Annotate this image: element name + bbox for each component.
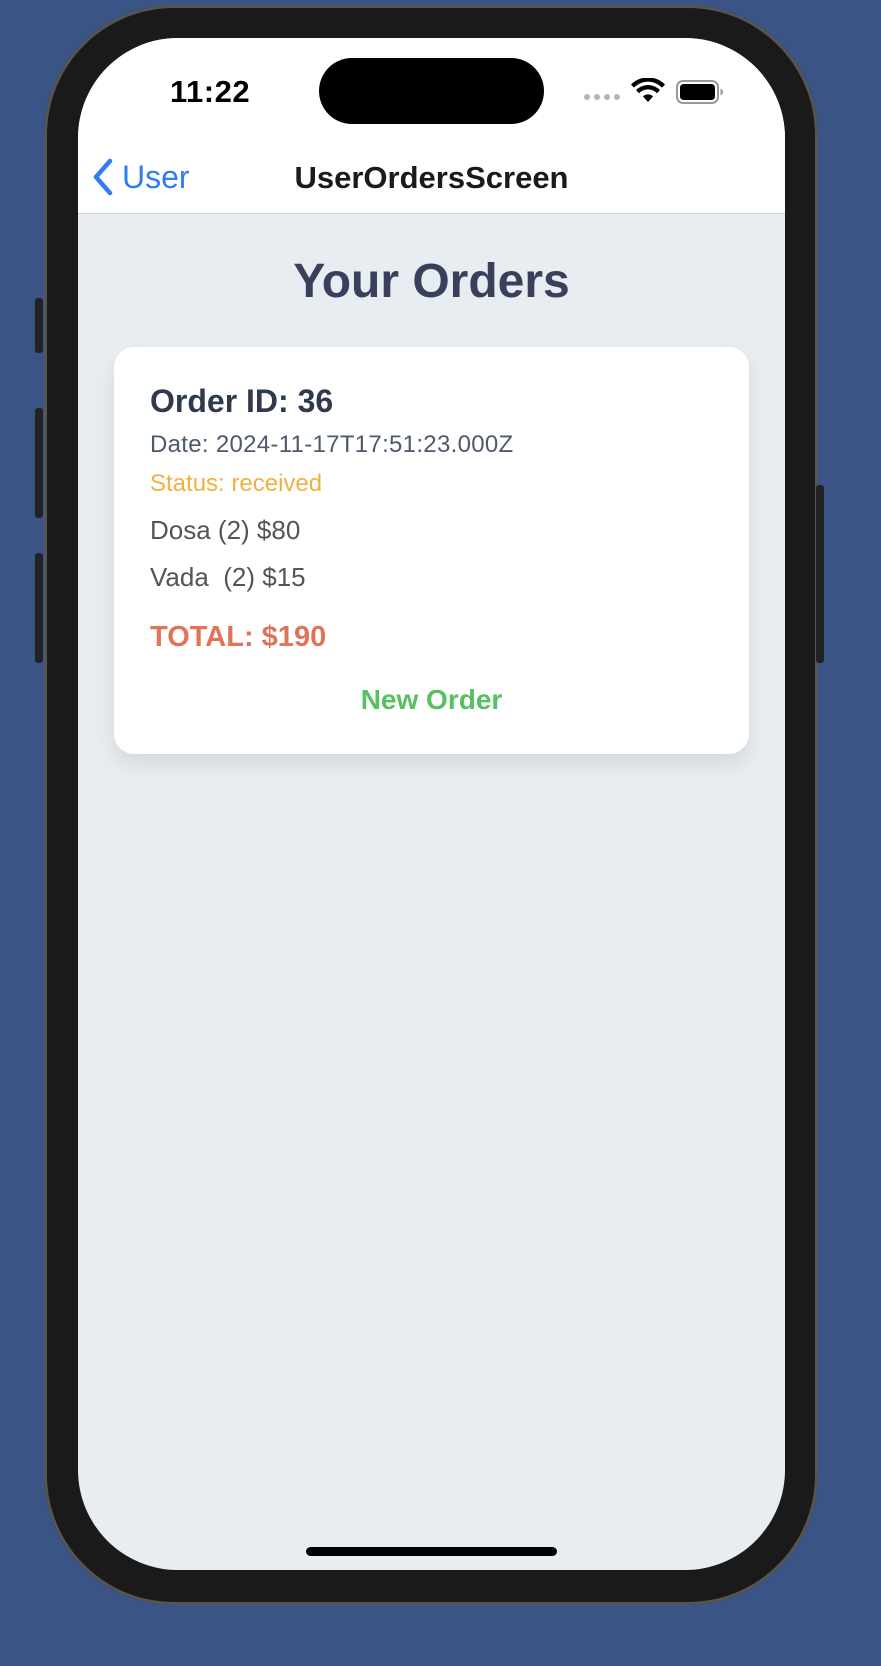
nav-divider	[78, 213, 785, 214]
header-area: 11:22 User UserOrdersScreen	[78, 38, 785, 213]
wifi-icon	[631, 78, 665, 102]
order-total: TOTAL: $190	[150, 621, 327, 653]
dynamic-island	[319, 58, 544, 124]
new-order-button[interactable]: New Order	[114, 684, 749, 716]
nav-title: UserOrdersScreen	[294, 160, 569, 195]
device-volume-down-button	[35, 553, 43, 663]
order-item: Vada (2) $15	[150, 562, 306, 592]
page-title: Your Orders	[293, 255, 570, 308]
device-action-button	[35, 298, 43, 353]
device-power-button	[816, 485, 824, 663]
order-item: Dosa (2) $80	[150, 515, 301, 545]
status-bar-time: 11:22	[170, 74, 251, 109]
order-card: Order ID: 36 Date: 2024-11-17T17:51:23.0…	[114, 347, 749, 754]
battery-icon	[676, 80, 723, 104]
home-indicator[interactable]	[306, 1547, 557, 1556]
order-status: Status: received	[150, 470, 323, 497]
order-date: Date: 2024-11-17T17:51:23.000Z	[150, 431, 514, 458]
order-id: Order ID: 36	[150, 383, 334, 419]
device-volume-up-button	[35, 408, 43, 518]
cellular-signal-icon	[584, 94, 620, 100]
app-screen: 11:22 User UserOrdersScreen Your Orders …	[78, 38, 785, 1570]
